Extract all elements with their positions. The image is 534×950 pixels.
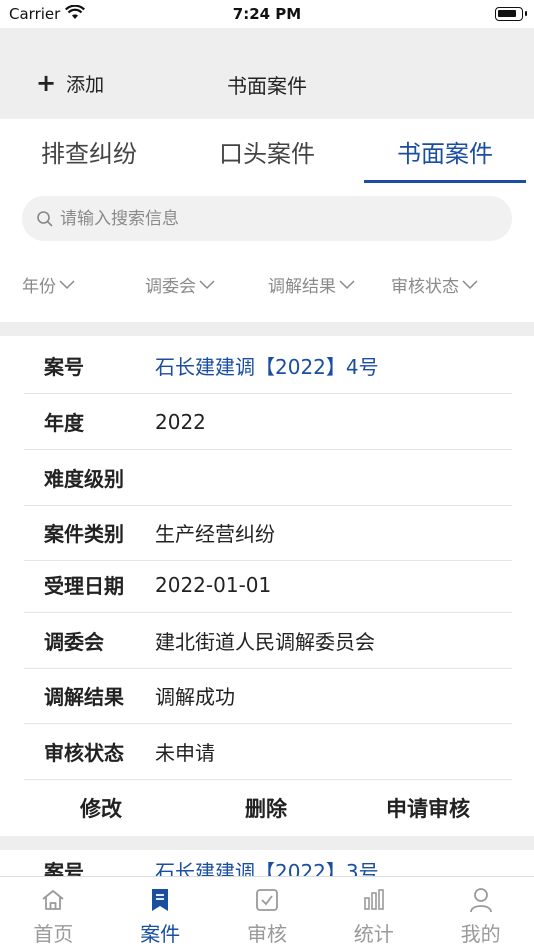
filter-mediation-result-label: 调解结果 [268,277,336,297]
field-label: 审核状态 [44,741,124,765]
tabbar-item-profile[interactable]: 我的 [427,877,534,950]
filter-review-status[interactable]: 审核状态 [391,272,478,297]
case-field-row: 案件类别 生产经营纠纷 [24,505,512,561]
search-input[interactable] [60,208,480,229]
field-label: 调委会 [44,630,104,654]
field-label: 年度 [44,411,84,435]
field-value: 2022-01-01 [155,572,272,597]
case-type-tabs: 排查纠纷 口头案件 书面案件 [0,119,534,183]
tab-dispute-screening[interactable]: 排查纠纷 [0,119,178,183]
bar-chart-icon [361,886,387,914]
tabbar-item-statistics[interactable]: 统计 [320,877,427,950]
case-field-row: 调解结果 调解成功 [24,668,512,724]
field-label: 案件类别 [44,522,124,546]
chevron-down-icon [462,279,478,289]
field-label: 案号 [44,355,84,379]
tabbar-label: 我的 [460,922,501,946]
field-value: 未申请 [155,741,215,765]
case-actions: 修改 删除 申请审核 [0,780,534,836]
case-field-row: 年度 2022 [24,394,512,450]
field-label: 受理日期 [44,574,124,598]
home-icon [40,886,66,914]
filter-year-label: 年份 [22,277,56,297]
filter-mediation-result[interactable]: 调解结果 [268,272,355,297]
user-icon [469,886,493,914]
status-bar: Carrier 7:24 PM [0,0,534,28]
tabbar-label: 统计 [353,922,394,946]
field-label: 调解结果 [44,685,124,709]
filter-committee[interactable]: 调委会 [145,272,215,297]
chevron-down-icon [339,279,355,289]
check-square-icon [254,886,280,914]
chevron-down-icon [59,279,75,289]
field-value: 调解成功 [155,685,235,709]
tab-oral-cases[interactable]: 口头案件 [178,119,356,183]
tab-written-cases[interactable]: 书面案件 [356,119,534,183]
filter-review-status-label: 审核状态 [391,277,459,297]
field-value: 2022 [155,409,206,434]
case-card: 案号 石长建建调【2022】4号 年度 2022 难度级别 案件类别 生产经营纠… [0,336,534,836]
case-field-row: 案号 石长建建调【2022】4号 [24,338,512,394]
edit-button[interactable]: 修改 [80,793,122,823]
nav-bar: + 添加 书面案件 [0,28,534,119]
filter-committee-label: 调委会 [145,277,196,297]
field-label: 案号 [44,859,84,877]
case-number-link[interactable]: 石长建建调【2022】3号 [155,856,379,877]
case-number-link[interactable]: 石长建建调【2022】4号 [155,351,379,380]
filter-bar: 年份 调委会 调解结果 审核状态 [0,272,534,308]
case-field-row: 受理日期 2022-01-01 [24,557,512,613]
section-divider [0,322,534,336]
tabbar-item-review[interactable]: 审核 [214,877,321,950]
submit-review-button[interactable]: 申请审核 [386,793,470,823]
delete-button[interactable]: 删除 [245,793,287,823]
tabbar-label: 案件 [140,922,181,946]
section-divider [0,836,534,850]
case-field-row: 审核状态 未申请 [24,724,512,780]
case-field-row: 难度级别 [24,450,512,506]
case-field-row: 案号 石长建建调【2022】3号 [24,850,512,877]
case-field-row: 调委会 建北街道人民调解委员会 [24,613,512,669]
search-bar [22,196,512,241]
bookmark-icon [149,886,171,914]
tabbar-item-home[interactable]: 首页 [0,877,107,950]
field-value: 生产经营纠纷 [155,522,275,546]
field-value: 建北街道人民调解委员会 [155,630,375,654]
page-title: 书面案件 [227,74,307,98]
tabbar-label: 首页 [33,922,74,946]
bottom-tab-bar: 首页 案件 审核 统计 我的 [0,876,534,950]
field-label: 难度级别 [44,467,124,491]
battery-icon [495,7,527,21]
search-icon [37,210,53,226]
chevron-down-icon [199,279,215,289]
tabbar-label: 审核 [246,922,287,946]
filter-year[interactable]: 年份 [22,272,75,297]
case-card: 案号 石长建建调【2022】3号 [0,850,534,876]
clock: 7:24 PM [232,5,302,23]
tabbar-item-cases[interactable]: 案件 [107,877,214,950]
